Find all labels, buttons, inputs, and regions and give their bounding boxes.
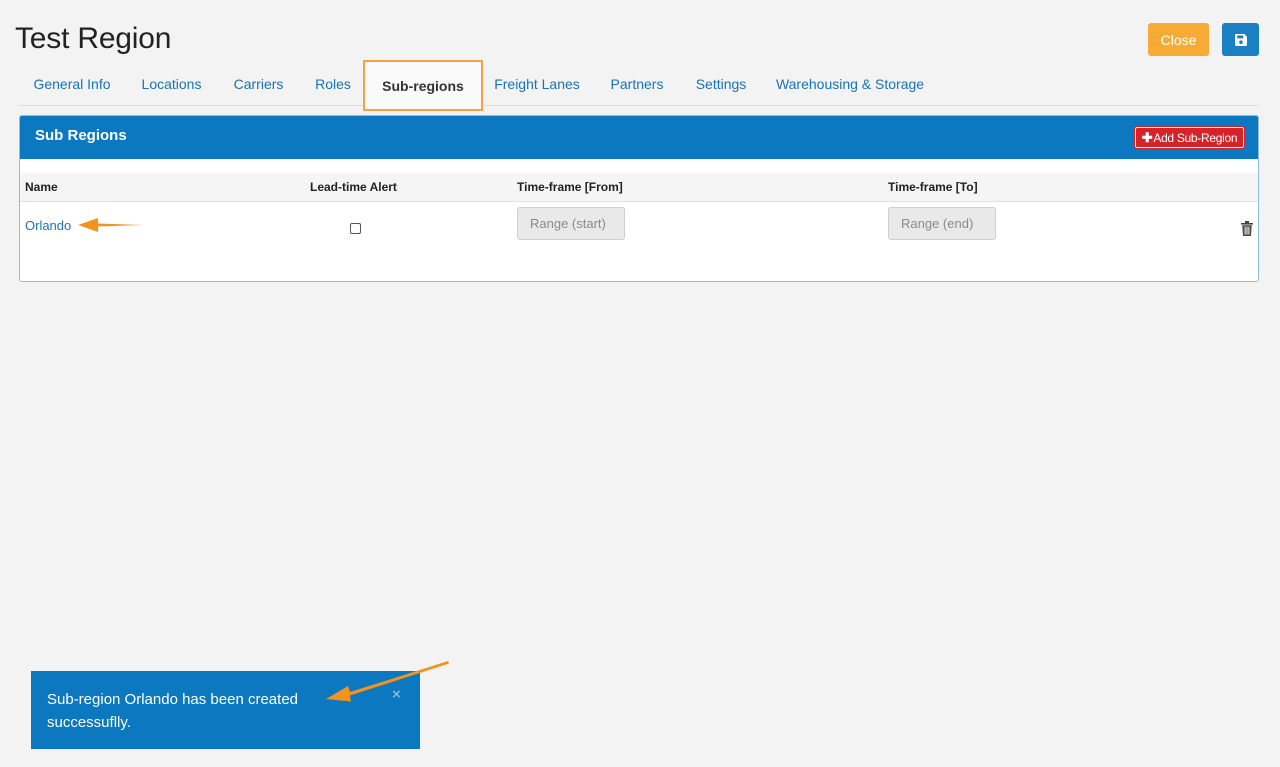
add-sub-region-button[interactable]: ✚ Add Sub-Region [1134,126,1245,149]
time-frame-from-input[interactable] [517,207,625,240]
column-header-time-frame-to: Time-frame [To] [888,180,978,194]
tab-warehousing-storage[interactable]: Warehousing & Storage [759,61,941,106]
tab-carriers[interactable]: Carriers [218,61,299,106]
sub-region-name-link[interactable]: Orlando [25,218,71,233]
tab-locations[interactable]: Locations [125,61,218,106]
save-button[interactable] [1222,23,1259,56]
panel-header: Sub Regions ✚ Add Sub-Region [20,116,1258,159]
sub-regions-panel: Sub Regions ✚ Add Sub-Region Name Lead-ti… [19,115,1259,282]
tab-roles[interactable]: Roles [299,61,367,106]
page-title: Test Region [15,22,172,55]
tab-bar: General Info Locations Carriers Roles Su… [19,60,1259,111]
page: Test Region Close General Info Locations… [0,0,1280,767]
success-toast: Sub-region Orlando has been created succ… [31,671,420,749]
table-header: Name Lead-time Alert Time-frame [From] T… [20,173,1258,202]
time-frame-to-input[interactable] [888,207,996,240]
tab-general-info[interactable]: General Info [19,61,125,106]
tab-settings[interactable]: Settings [683,61,759,106]
table-row: Orlando [20,203,1258,253]
plus-icon: ✚ [1141,129,1153,145]
column-header-name: Name [25,180,58,194]
column-header-lead-time-alert: Lead-time Alert [310,180,397,194]
tab-partners[interactable]: Partners [591,61,683,106]
toast-close-button[interactable]: × [392,686,401,703]
add-sub-region-label: Add Sub-Region [1153,130,1238,145]
panel-title: Sub Regions [35,127,127,144]
tab-freight-lanes[interactable]: Freight Lanes [483,61,591,106]
toast-message: Sub-region Orlando has been created succ… [47,691,299,731]
close-button[interactable]: Close [1148,23,1209,56]
tab-sub-regions[interactable]: Sub-regions [363,60,483,111]
trash-icon[interactable] [1241,221,1253,236]
floppy-disk-icon [1234,33,1247,46]
column-header-time-frame-from: Time-frame [From] [517,180,623,194]
lead-time-alert-checkbox[interactable] [350,223,361,234]
